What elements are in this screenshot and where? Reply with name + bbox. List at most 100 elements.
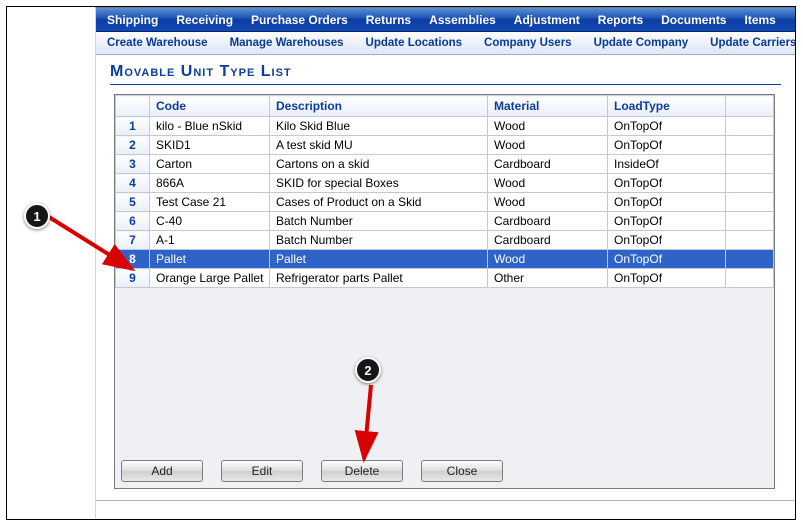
edit-button[interactable]: Edit xyxy=(221,460,303,482)
cell-rownum: 8 xyxy=(116,250,150,269)
cell-loadtype: OnTopOf xyxy=(608,269,726,288)
cell-spacer xyxy=(726,117,774,136)
cell-description: Refrigerator parts Pallet xyxy=(270,269,488,288)
cell-material: Other xyxy=(488,269,608,288)
cell-description: SKID for special Boxes xyxy=(270,174,488,193)
cell-loadtype: InsideOf xyxy=(608,155,726,174)
menu-assemblies[interactable]: Assemblies xyxy=(420,8,505,31)
table-row[interactable]: 9Orange Large PalletRefrigerator parts P… xyxy=(116,269,774,288)
col-code[interactable]: Code xyxy=(150,96,270,117)
menu-shipping[interactable]: Shipping xyxy=(98,8,167,31)
cell-code: kilo - Blue nSkid xyxy=(150,117,270,136)
cell-material: Wood xyxy=(488,117,608,136)
cell-rownum: 2 xyxy=(116,136,150,155)
cell-code: 866A xyxy=(150,174,270,193)
cell-rownum: 1 xyxy=(116,117,150,136)
menu-documents[interactable]: Documents xyxy=(652,8,735,31)
cell-spacer xyxy=(726,193,774,212)
cell-rownum: 5 xyxy=(116,193,150,212)
table-row[interactable]: 5Test Case 21Cases of Product on a SkidW… xyxy=(116,193,774,212)
cell-rownum: 4 xyxy=(116,174,150,193)
tool-update-company[interactable]: Update Company xyxy=(583,32,700,54)
cell-spacer xyxy=(726,174,774,193)
cell-code: C-40 xyxy=(150,212,270,231)
table-row[interactable]: 8PalletPalletWoodOnTopOf xyxy=(116,250,774,269)
cell-spacer xyxy=(726,212,774,231)
cell-spacer xyxy=(726,231,774,250)
cell-code: Test Case 21 xyxy=(150,193,270,212)
table-row[interactable]: 3CartonCartons on a skidCardboardInsideO… xyxy=(116,155,774,174)
cell-material: Wood xyxy=(488,250,608,269)
col-description[interactable]: Description xyxy=(270,96,488,117)
callout-2: 2 xyxy=(355,357,381,383)
tool-create-warehouse[interactable]: Create Warehouse xyxy=(96,32,219,54)
cell-code: Pallet xyxy=(150,250,270,269)
cell-description: Kilo Skid Blue xyxy=(270,117,488,136)
menu-reports[interactable]: Reports xyxy=(589,8,652,31)
menu-items[interactable]: Items xyxy=(735,8,784,31)
cell-material: Cardboard xyxy=(488,155,608,174)
tool-update-carriers[interactable]: Update Carriers xyxy=(699,32,795,54)
col-material[interactable]: Material xyxy=(488,96,608,117)
cell-spacer xyxy=(726,136,774,155)
menu-returns[interactable]: Returns xyxy=(357,8,420,31)
cell-spacer xyxy=(726,155,774,174)
main-menubar: Shipping Receiving Purchase Orders Retur… xyxy=(96,8,795,32)
cell-material: Cardboard xyxy=(488,231,608,250)
cell-description: Batch Number xyxy=(270,231,488,250)
cell-loadtype: OnTopOf xyxy=(608,231,726,250)
tool-manage-warehouses[interactable]: Manage Warehouses xyxy=(219,32,355,54)
cell-loadtype: OnTopOf xyxy=(608,174,726,193)
button-bar: Add Edit Delete Close xyxy=(121,460,503,482)
cell-code: Orange Large Pallet xyxy=(150,269,270,288)
table-row[interactable]: 4866ASKID for special BoxesWoodOnTopOf xyxy=(116,174,774,193)
footer-divider xyxy=(96,500,795,501)
callout-1: 1 xyxy=(24,203,50,229)
cell-loadtype: OnTopOf xyxy=(608,136,726,155)
cell-spacer xyxy=(726,250,774,269)
grid-empty-area xyxy=(115,288,774,458)
content-panel: Code Description Material LoadType 1kilo… xyxy=(114,94,775,489)
cell-description: Cases of Product on a Skid xyxy=(270,193,488,212)
table-row[interactable]: 6C-40Batch NumberCardboardOnTopOf xyxy=(116,212,774,231)
cell-material: Wood xyxy=(488,136,608,155)
close-button[interactable]: Close xyxy=(421,460,503,482)
sub-toolbar: Create Warehouse Manage Warehouses Updat… xyxy=(96,32,795,55)
cell-rownum: 6 xyxy=(116,212,150,231)
table-row[interactable]: 7A-1Batch NumberCardboardOnTopOf xyxy=(116,231,774,250)
cell-code: Carton xyxy=(150,155,270,174)
col-spacer xyxy=(726,96,774,117)
cell-material: Wood xyxy=(488,193,608,212)
cell-rownum: 9 xyxy=(116,269,150,288)
table-row[interactable]: 1kilo - Blue nSkidKilo Skid BlueWoodOnTo… xyxy=(116,117,774,136)
cell-rownum: 7 xyxy=(116,231,150,250)
tool-update-locations[interactable]: Update Locations xyxy=(355,32,473,54)
col-loadtype[interactable]: LoadType xyxy=(608,96,726,117)
unit-type-grid: Code Description Material LoadType 1kilo… xyxy=(115,95,774,288)
title-row: Movable Unit Type List xyxy=(96,55,795,89)
cell-description: Cartons on a skid xyxy=(270,155,488,174)
menu-adjustment[interactable]: Adjustment xyxy=(505,8,589,31)
add-button[interactable]: Add xyxy=(121,460,203,482)
cell-loadtype: OnTopOf xyxy=(608,212,726,231)
grid-header-row: Code Description Material LoadType xyxy=(116,96,774,117)
page-title: Movable Unit Type List xyxy=(110,63,781,85)
cell-loadtype: OnTopOf xyxy=(608,117,726,136)
cell-description: Batch Number xyxy=(270,212,488,231)
menu-receiving[interactable]: Receiving xyxy=(167,8,242,31)
screenshot-frame: 1 2 Shipping Receiving Purchase Orders R… xyxy=(6,6,796,520)
app-window: Shipping Receiving Purchase Orders Retur… xyxy=(95,7,795,519)
tool-company-users[interactable]: Company Users xyxy=(473,32,583,54)
menu-purchase-orders[interactable]: Purchase Orders xyxy=(242,8,357,31)
cell-description: A test skid MU xyxy=(270,136,488,155)
col-rownum[interactable] xyxy=(116,96,150,117)
cell-rownum: 3 xyxy=(116,155,150,174)
delete-button[interactable]: Delete xyxy=(321,460,403,482)
cell-material: Cardboard xyxy=(488,212,608,231)
cell-code: SKID1 xyxy=(150,136,270,155)
cell-code: A-1 xyxy=(150,231,270,250)
cell-loadtype: OnTopOf xyxy=(608,250,726,269)
table-row[interactable]: 2SKID1A test skid MUWoodOnTopOf xyxy=(116,136,774,155)
cell-spacer xyxy=(726,269,774,288)
cell-description: Pallet xyxy=(270,250,488,269)
